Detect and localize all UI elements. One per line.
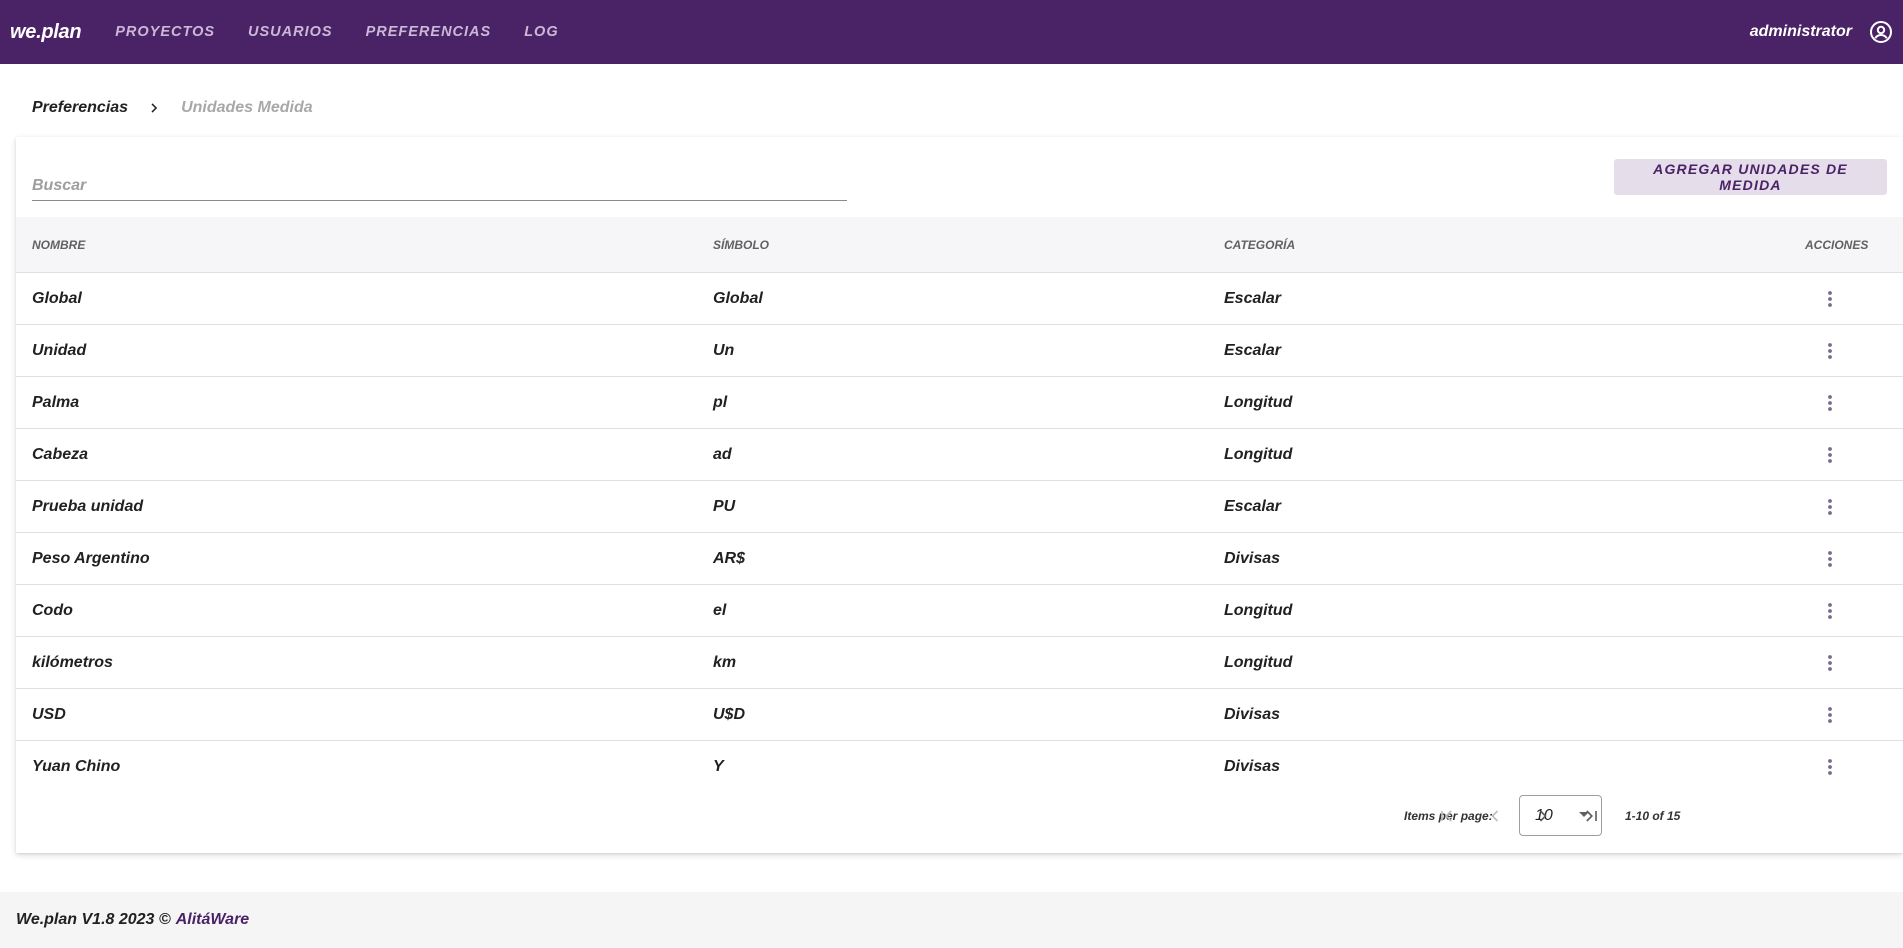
- header-simbolo[interactable]: SÍMBOLO: [713, 238, 769, 252]
- cell-category: Escalar: [1224, 341, 1281, 359]
- cell-category: Divisas: [1224, 549, 1281, 567]
- cell-category: Longitud: [1224, 393, 1293, 411]
- nav-preferencias[interactable]: PREFERENCIAS: [366, 24, 492, 40]
- more-vert-icon[interactable]: [1822, 495, 1838, 519]
- table-row[interactable]: Codo el Longitud: [16, 585, 1903, 637]
- more-vert-icon[interactable]: [1822, 755, 1838, 779]
- more-vert-icon[interactable]: [1822, 287, 1838, 311]
- cell-symbol: km: [713, 653, 737, 671]
- cell-name: Unidad: [32, 341, 87, 359]
- cell-category: Divisas: [1224, 758, 1281, 775]
- nav-proyectos[interactable]: PROYECTOS: [115, 24, 215, 40]
- cell-symbol: Global: [713, 289, 763, 307]
- page-range-label: 1-10 of 15: [1625, 809, 1681, 823]
- last-page-button[interactable]: [1578, 803, 1604, 829]
- search-input[interactable]: [32, 173, 847, 199]
- nav-usuarios[interactable]: USUARIOS: [248, 24, 333, 40]
- add-unit-button[interactable]: AGREGAR UNIDADES DE MEDIDA: [1614, 159, 1887, 195]
- cell-name: Prueba unidad: [32, 497, 144, 515]
- first-page-button[interactable]: [1434, 803, 1460, 829]
- user-area: administrator: [1750, 20, 1903, 44]
- table-row[interactable]: Unidad Un Escalar: [16, 325, 1903, 377]
- units-card: AGREGAR UNIDADES DE MEDIDA NOMBRE SÍMBOL…: [16, 137, 1903, 853]
- cell-name: Peso Argentino: [32, 549, 150, 567]
- breadcrumb-current: Unidades Medida: [181, 99, 313, 116]
- cell-symbol: Un: [713, 341, 735, 359]
- header-categoria[interactable]: CATEGORÍA: [1224, 238, 1295, 252]
- footer: We.plan V1.8 2023 © AlitáWare: [0, 892, 1903, 948]
- table-row[interactable]: Global Global Escalar: [16, 273, 1903, 325]
- header-nombre[interactable]: NOMBRE: [32, 238, 85, 252]
- cell-symbol: U$D: [713, 705, 746, 723]
- cell-name: Global: [32, 289, 82, 307]
- table-row[interactable]: kilómetros km Longitud: [16, 637, 1903, 689]
- cell-category: Escalar: [1224, 497, 1281, 515]
- last-page-icon: [1586, 810, 1597, 822]
- table-row[interactable]: Prueba unidad PU Escalar: [16, 481, 1903, 533]
- cell-category: Escalar: [1224, 289, 1281, 307]
- cell-symbol: Y: [713, 758, 724, 775]
- table-row[interactable]: Yuan Chino Y Divisas: [16, 741, 1903, 793]
- previous-page-button[interactable]: [1482, 803, 1508, 829]
- table-row[interactable]: Peso Argentino AR$ Divisas: [16, 533, 1903, 585]
- cell-name: Codo: [32, 601, 73, 619]
- cell-name: Yuan Chino: [32, 758, 121, 775]
- more-vert-icon[interactable]: [1822, 703, 1838, 727]
- breadcrumb: Preferencias Unidades Medida: [32, 97, 313, 119]
- cell-category: Divisas: [1224, 705, 1281, 723]
- more-vert-icon[interactable]: [1822, 651, 1838, 675]
- table-row[interactable]: Cabeza ad Longitud: [16, 429, 1903, 481]
- more-vert-icon[interactable]: [1822, 599, 1838, 623]
- cell-symbol: ad: [713, 445, 732, 463]
- cell-symbol: pl: [713, 393, 728, 411]
- chevron-left-icon: [1491, 810, 1499, 822]
- cell-name: Palma: [32, 393, 80, 411]
- top-app-bar: we.plan PROYECTOS USUARIOS PREFERENCIAS …: [0, 0, 1903, 64]
- more-vert-icon[interactable]: [1822, 547, 1838, 571]
- nav-log[interactable]: LOG: [524, 24, 558, 40]
- cell-symbol: PU: [713, 497, 736, 515]
- more-vert-icon[interactable]: [1822, 443, 1838, 467]
- units-table: NOMBRE SÍMBOLO CATEGORÍA ACCIONES Global…: [16, 217, 1903, 793]
- more-vert-icon[interactable]: [1822, 339, 1838, 363]
- chevron-right-icon: [1539, 810, 1547, 822]
- more-vert-icon[interactable]: [1822, 391, 1838, 415]
- account-circle-icon[interactable]: [1869, 20, 1893, 44]
- cell-name: USD: [32, 705, 66, 723]
- footer-text: We.plan V1.8 2023 ©: [16, 911, 171, 928]
- breadcrumb-preferencias[interactable]: Preferencias: [32, 99, 128, 117]
- brand-logo[interactable]: we.plan: [10, 21, 82, 44]
- table-header: NOMBRE SÍMBOLO CATEGORÍA ACCIONES: [16, 217, 1903, 273]
- cell-symbol: AR$: [713, 549, 746, 567]
- cell-name: kilómetros: [32, 653, 113, 671]
- cell-category: Longitud: [1224, 601, 1293, 619]
- chevron-right-icon: [151, 103, 158, 113]
- paginator: Items per page: 10 1-10 of 15: [16, 789, 1903, 845]
- first-page-icon: [1441, 810, 1452, 822]
- next-page-button[interactable]: [1530, 803, 1556, 829]
- cell-category: Longitud: [1224, 445, 1293, 463]
- table-row[interactable]: Palma pl Longitud: [16, 377, 1903, 429]
- cell-symbol: el: [713, 601, 727, 619]
- cell-name: Cabeza: [32, 445, 89, 463]
- header-acciones: ACCIONES: [1805, 237, 1869, 252]
- search-field: [32, 173, 847, 201]
- username[interactable]: administrator: [1750, 23, 1852, 41]
- cell-category: Longitud: [1224, 653, 1293, 671]
- footer-link[interactable]: AlitáWare: [176, 911, 250, 929]
- table-row[interactable]: USD U$D Divisas: [16, 689, 1903, 741]
